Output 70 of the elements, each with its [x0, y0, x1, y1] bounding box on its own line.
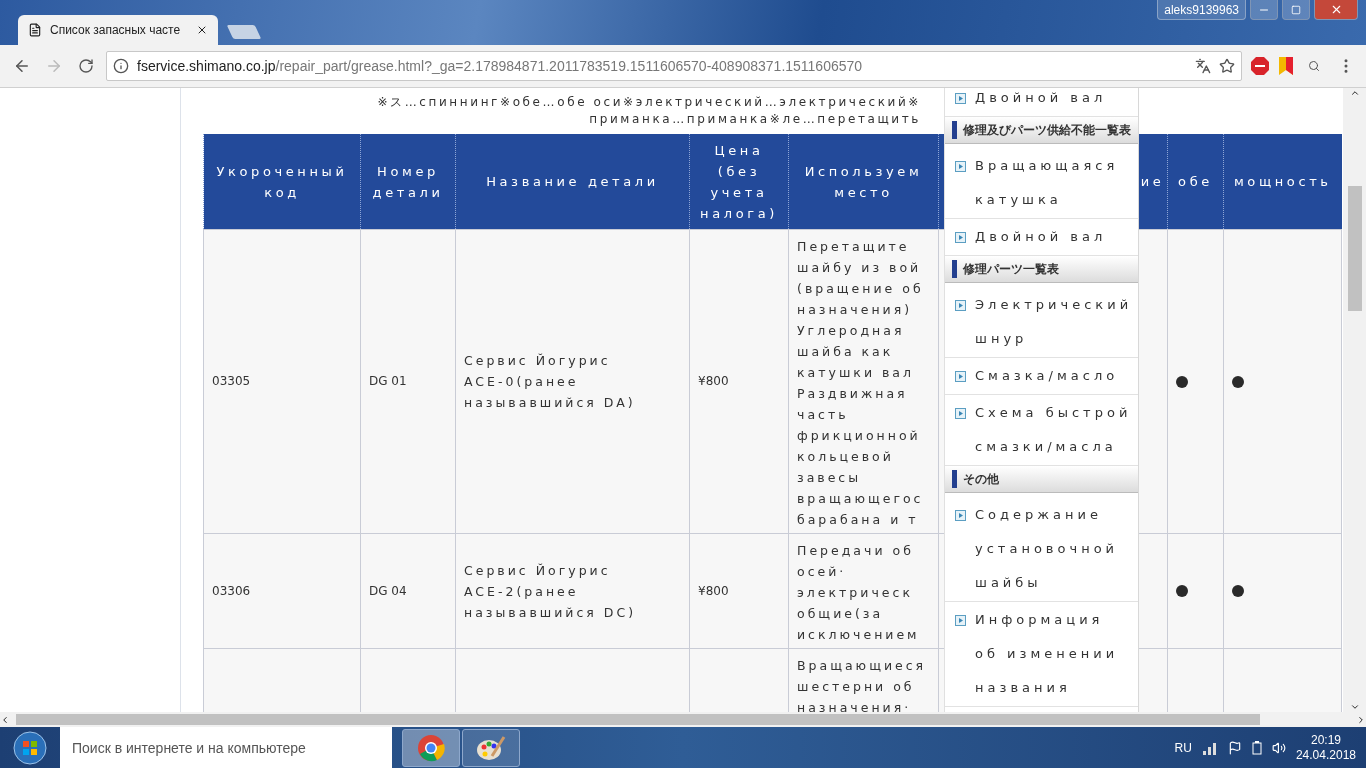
column-header: ие: [1137, 134, 1168, 230]
taskbar-button[interactable]: [402, 728, 460, 767]
language-indicator[interactable]: RU: [1174, 740, 1192, 755]
start-button[interactable]: [13, 730, 47, 765]
scroll-up-icon[interactable]: [1349, 88, 1360, 98]
browser-icon: [417, 733, 445, 762]
scroll-right-icon[interactable]: [1356, 714, 1366, 725]
notice-text: приманка…приманка※ле…перетащить: [588, 111, 921, 128]
search-icon[interactable]: [1308, 60, 1320, 72]
table-cell: 03305: [203, 229, 361, 534]
info-icon: [113, 58, 129, 74]
column-header: Номер детали: [360, 134, 456, 230]
scrollbar-thumb[interactable]: [1347, 186, 1362, 311]
column-header: Название детали: [455, 134, 690, 230]
menu-link[interactable]: Информация об изменении названия: [945, 602, 1138, 707]
scroll-left-icon[interactable]: [0, 714, 10, 725]
column-header: обе: [1167, 134, 1224, 230]
column-header: Используем место: [788, 134, 939, 230]
play-square-icon: [955, 615, 966, 626]
menu-link[interactable]: Вращающаяся катушка: [945, 148, 1138, 219]
table-cell: 03306: [203, 533, 361, 649]
table-cell: ¥800: [689, 229, 789, 534]
play-square-icon: [955, 408, 966, 419]
table-cell: Перетащите шайбу из вой (вращение об назначения) Углеродная шайба как катушки вал Раздвижная часть фрикционной кольцевой завесы вращающегос барабана и т: [788, 229, 939, 534]
table-cell: DG 01: [360, 229, 456, 534]
signal-icon[interactable]: [1201, 740, 1218, 755]
clock[interactable]: 20:19 24.04.2018: [1295, 732, 1356, 763]
flag-icon[interactable]: [1227, 740, 1242, 755]
table-cell: DG 04: [360, 533, 456, 649]
maximize-icon: [1291, 4, 1301, 15]
address-bar[interactable]: fservice.shimano.co.jp/repair_part/grease.html?_ga=2.178984871.2011783519.1511606570-408908371.1511606570: [106, 51, 1242, 81]
close-icon[interactable]: [196, 24, 208, 36]
play-square-icon: [955, 93, 966, 104]
page-icon: [28, 23, 42, 37]
table-cell: Вращающиеся шестерни об назначения·: [788, 648, 939, 712]
maximize-button[interactable]: [1282, 0, 1310, 20]
notice-text: ※ス…спиннинг※обе…обе оси※электрический…электрический※: [376, 94, 921, 111]
user-badge[interactable]: aleks9139963: [1157, 0, 1246, 20]
horizontal-scrollbar[interactable]: [0, 712, 1366, 727]
stop-sign-icon[interactable]: [1250, 56, 1270, 76]
scroll-down-icon[interactable]: [1349, 702, 1360, 712]
new-tab-button[interactable]: [226, 25, 262, 39]
volume-icon[interactable]: [1271, 740, 1286, 755]
menu-link[interactable]: Электрический шнур: [945, 287, 1138, 358]
table-cell: Сервис Йогурис ACE-0(ранее называвшийся DA): [455, 229, 690, 534]
translate-icon[interactable]: [1195, 58, 1211, 74]
bookmark-flag-icon[interactable]: [1278, 56, 1294, 76]
table-cell: ¥800: [689, 533, 789, 649]
menu-link[interactable]: Смазка/масло: [945, 358, 1138, 395]
reload-icon[interactable]: [78, 58, 94, 74]
play-square-icon: [955, 161, 966, 172]
play-square-icon: [955, 300, 966, 311]
section-heading: その他: [945, 466, 1138, 493]
section-heading: 修理パーツ一覧表: [945, 256, 1138, 283]
play-square-icon: [955, 510, 966, 521]
bookmark-star-icon[interactable]: [1219, 58, 1235, 74]
menu-link[interactable]: Содержание установочной шайбы: [945, 497, 1138, 602]
table-cell: Сервис Йогурис ACE-2(ранее называвшийся DC): [455, 533, 690, 649]
battery-icon[interactable]: [1251, 740, 1262, 755]
play-square-icon: [955, 232, 966, 243]
column-header: Укороченный код: [203, 134, 361, 230]
browser-tab[interactable]: Список запасных часте: [18, 15, 218, 45]
column-header: мощность: [1223, 134, 1342, 230]
vertical-scrollbar[interactable]: [1343, 88, 1366, 712]
search-field[interactable]: Поиск в интернете и на компьютере: [60, 727, 392, 768]
taskbar-button[interactable]: [462, 728, 520, 767]
table-cell: Передачи об осей· электрическ общие(за исключением: [788, 533, 939, 649]
play-square-icon: [955, 371, 966, 382]
column-header: Цена (без учета налога): [689, 134, 789, 230]
section-heading: 修理及びパーツ供給不能一覧表: [945, 117, 1138, 144]
